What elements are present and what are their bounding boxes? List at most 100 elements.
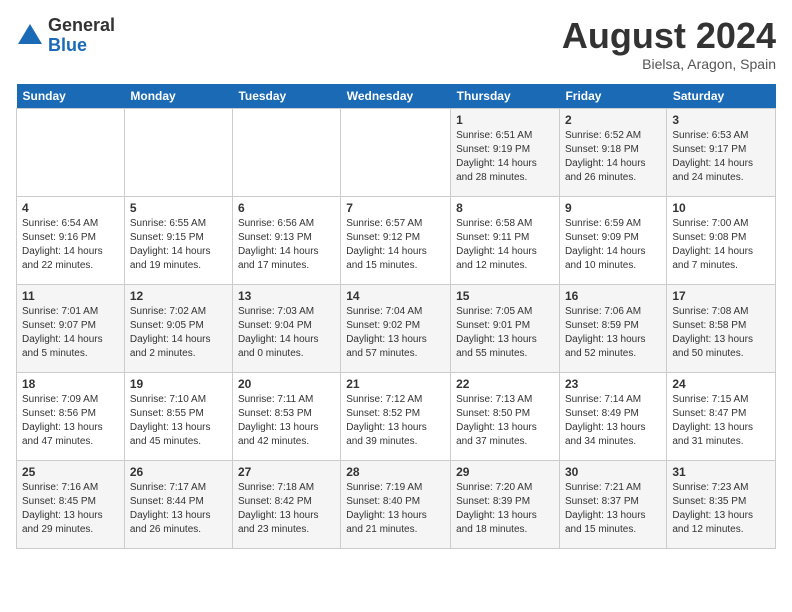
calendar-cell: 30Sunrise: 7:21 AM Sunset: 8:37 PM Dayli…	[559, 460, 666, 548]
calendar-cell: 13Sunrise: 7:03 AM Sunset: 9:04 PM Dayli…	[232, 284, 340, 372]
calendar-cell: 18 Sunrise: 7:09 AM Sunset: 8:56 PM Dayli…	[17, 372, 125, 460]
day-number: 7	[346, 201, 445, 215]
day-number: 14	[346, 289, 445, 303]
day-info: Sunrise: 7:05 AM Sunset: 9:01 PM Dayligh…	[456, 305, 554, 361]
day-info: Sunrise: 7:20 AM Sunset: 8:39 PM Dayligh…	[456, 481, 554, 537]
day-number: 18	[22, 377, 119, 391]
day-info: Sunrise: 7:17 AM Sunset: 8:44 PM Dayligh…	[130, 481, 227, 537]
day-info: Sunrise: 6:55 AM Sunset: 9:15 PM Dayligh…	[130, 217, 227, 273]
calendar-cell: 9 Sunrise: 6:59 AM Sunset: 9:09 PM Daylig…	[559, 196, 666, 284]
location-subtitle: Bielsa, Aragon, Spain	[562, 56, 776, 72]
calendar-cell	[17, 108, 125, 196]
calendar-cell: 10 Sunrise: 7:00 AM Sunset: 9:08 PM Dayli…	[667, 196, 776, 284]
day-info: Sunrise: 7:08 AM Sunset: 8:58 PM Dayligh…	[672, 305, 770, 361]
day-info: Sunrise: 7:00 AM Sunset: 9:08 PM Dayligh…	[672, 217, 770, 273]
day-info: Sunrise: 7:04 AM Sunset: 9:02 PM Dayligh…	[346, 305, 445, 361]
day-info: Sunrise: 6:58 AM Sunset: 9:11 PM Dayligh…	[456, 217, 554, 273]
calendar-cell: 4Sunrise: 6:54 AM Sunset: 9:16 PM Daylig…	[17, 196, 125, 284]
day-header-friday: Friday	[559, 84, 666, 109]
calendar-cell: 20 Sunrise: 7:11 AM Sunset: 8:53 PM Dayli…	[232, 372, 340, 460]
calendar-cell: 26 Sunrise: 7:17 AM Sunset: 8:44 PM Dayli…	[124, 460, 232, 548]
calendar-week-row: 25 Sunrise: 7:16 AM Sunset: 8:45 PM Dayli…	[17, 460, 776, 548]
calendar-cell: 24 Sunrise: 7:15 AM Sunset: 8:47 PM Dayli…	[667, 372, 776, 460]
calendar-cell: 5 Sunrise: 6:55 AM Sunset: 9:15 PM Daylig…	[124, 196, 232, 284]
calendar-cell: 25 Sunrise: 7:16 AM Sunset: 8:45 PM Dayli…	[17, 460, 125, 548]
day-number: 29	[456, 465, 554, 479]
day-info: Sunrise: 6:52 AM Sunset: 9:18 PM Dayligh…	[565, 129, 661, 185]
logo-text: General Blue	[48, 16, 115, 56]
day-info: Sunrise: 6:59 AM Sunset: 9:09 PM Dayligh…	[565, 217, 661, 273]
day-number: 20	[238, 377, 335, 391]
day-number: 23	[565, 377, 661, 391]
calendar-cell: 11Sunrise: 7:01 AM Sunset: 9:07 PM Dayli…	[17, 284, 125, 372]
day-number: 26	[130, 465, 227, 479]
day-number: 31	[672, 465, 770, 479]
calendar-table: SundayMondayTuesdayWednesdayThursdayFrid…	[16, 84, 776, 549]
page-header: General Blue August 2024 Bielsa, Aragon,…	[16, 16, 776, 72]
calendar-cell: 27 Sunrise: 7:18 AM Sunset: 8:42 PM Dayli…	[232, 460, 340, 548]
day-info: Sunrise: 7:16 AM Sunset: 8:45 PM Dayligh…	[22, 481, 119, 537]
day-info: Sunrise: 7:15 AM Sunset: 8:47 PM Dayligh…	[672, 393, 770, 449]
day-number: 10	[672, 201, 770, 215]
calendar-cell: 16Sunrise: 7:06 AM Sunset: 8:59 PM Dayli…	[559, 284, 666, 372]
day-info: Sunrise: 7:09 AM Sunset: 8:56 PM Dayligh…	[22, 393, 119, 449]
day-number: 19	[130, 377, 227, 391]
logo-general-text: General	[48, 16, 115, 36]
day-header-saturday: Saturday	[667, 84, 776, 109]
calendar-week-row: 4Sunrise: 6:54 AM Sunset: 9:16 PM Daylig…	[17, 196, 776, 284]
calendar-cell	[341, 108, 451, 196]
day-number: 15	[456, 289, 554, 303]
calendar-cell: 14 Sunrise: 7:04 AM Sunset: 9:02 PM Dayli…	[341, 284, 451, 372]
day-info: Sunrise: 7:18 AM Sunset: 8:42 PM Dayligh…	[238, 481, 335, 537]
day-number: 27	[238, 465, 335, 479]
day-info: Sunrise: 6:56 AM Sunset: 9:13 PM Dayligh…	[238, 217, 335, 273]
day-info: Sunrise: 7:02 AM Sunset: 9:05 PM Dayligh…	[130, 305, 227, 361]
calendar-cell: 17 Sunrise: 7:08 AM Sunset: 8:58 PM Dayli…	[667, 284, 776, 372]
day-header-tuesday: Tuesday	[232, 84, 340, 109]
calendar-cell: 28Sunrise: 7:19 AM Sunset: 8:40 PM Dayli…	[341, 460, 451, 548]
day-info: Sunrise: 7:01 AM Sunset: 9:07 PM Dayligh…	[22, 305, 119, 361]
day-number: 9	[565, 201, 661, 215]
day-info: Sunrise: 6:53 AM Sunset: 9:17 PM Dayligh…	[672, 129, 770, 185]
day-info: Sunrise: 7:10 AM Sunset: 8:55 PM Dayligh…	[130, 393, 227, 449]
day-info: Sunrise: 7:14 AM Sunset: 8:49 PM Dayligh…	[565, 393, 661, 449]
title-block: August 2024 Bielsa, Aragon, Spain	[562, 16, 776, 72]
day-number: 5	[130, 201, 227, 215]
day-number: 6	[238, 201, 335, 215]
calendar-cell: 7 Sunrise: 6:57 AM Sunset: 9:12 PM Daylig…	[341, 196, 451, 284]
day-number: 22	[456, 377, 554, 391]
logo: General Blue	[16, 16, 115, 56]
logo-icon	[16, 22, 44, 50]
calendar-cell: 15 Sunrise: 7:05 AM Sunset: 9:01 PM Dayli…	[451, 284, 560, 372]
calendar-cell: 29 Sunrise: 7:20 AM Sunset: 8:39 PM Dayli…	[451, 460, 560, 548]
calendar-week-row: 18 Sunrise: 7:09 AM Sunset: 8:56 PM Dayli…	[17, 372, 776, 460]
day-header-wednesday: Wednesday	[341, 84, 451, 109]
day-number: 30	[565, 465, 661, 479]
logo-blue-text: Blue	[48, 36, 115, 56]
calendar-cell: 1Sunrise: 6:51 AM Sunset: 9:19 PM Daylig…	[451, 108, 560, 196]
calendar-week-row: 1Sunrise: 6:51 AM Sunset: 9:19 PM Daylig…	[17, 108, 776, 196]
day-number: 17	[672, 289, 770, 303]
calendar-cell: 31Sunrise: 7:23 AM Sunset: 8:35 PM Dayli…	[667, 460, 776, 548]
calendar-header-row: SundayMondayTuesdayWednesdayThursdayFrid…	[17, 84, 776, 109]
day-info: Sunrise: 7:03 AM Sunset: 9:04 PM Dayligh…	[238, 305, 335, 361]
day-info: Sunrise: 7:19 AM Sunset: 8:40 PM Dayligh…	[346, 481, 445, 537]
month-title: August 2024	[562, 16, 776, 56]
day-number: 4	[22, 201, 119, 215]
day-number: 1	[456, 113, 554, 127]
calendar-cell: 21Sunrise: 7:12 AM Sunset: 8:52 PM Dayli…	[341, 372, 451, 460]
day-number: 24	[672, 377, 770, 391]
day-number: 3	[672, 113, 770, 127]
day-header-monday: Monday	[124, 84, 232, 109]
day-header-thursday: Thursday	[451, 84, 560, 109]
calendar-cell: 22Sunrise: 7:13 AM Sunset: 8:50 PM Dayli…	[451, 372, 560, 460]
calendar-cell: 23 Sunrise: 7:14 AM Sunset: 8:49 PM Dayli…	[559, 372, 666, 460]
day-info: Sunrise: 7:06 AM Sunset: 8:59 PM Dayligh…	[565, 305, 661, 361]
calendar-cell: 3 Sunrise: 6:53 AM Sunset: 9:17 PM Daylig…	[667, 108, 776, 196]
day-info: Sunrise: 7:11 AM Sunset: 8:53 PM Dayligh…	[238, 393, 335, 449]
day-number: 2	[565, 113, 661, 127]
day-info: Sunrise: 6:57 AM Sunset: 9:12 PM Dayligh…	[346, 217, 445, 273]
calendar-cell: 8Sunrise: 6:58 AM Sunset: 9:11 PM Daylig…	[451, 196, 560, 284]
calendar-cell: 19 Sunrise: 7:10 AM Sunset: 8:55 PM Dayli…	[124, 372, 232, 460]
day-number: 25	[22, 465, 119, 479]
